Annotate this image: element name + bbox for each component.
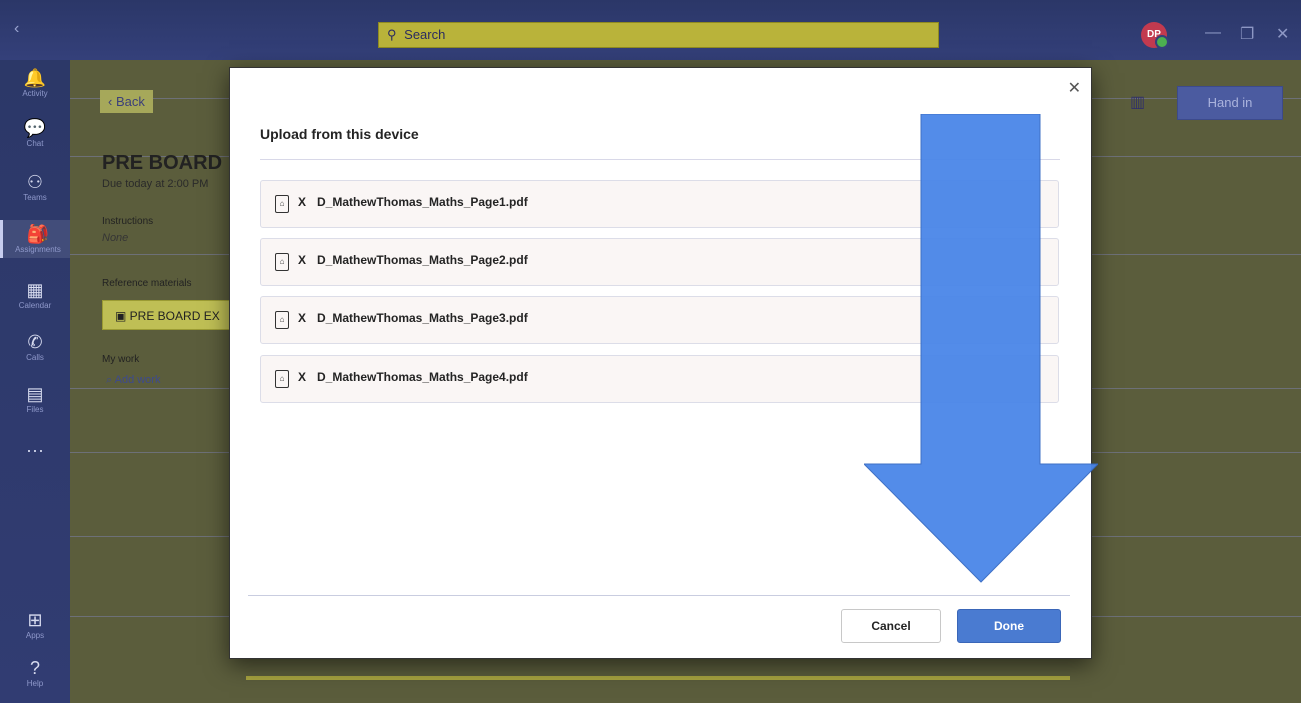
instructions-label: Instructions: [102, 216, 154, 227]
rail-item-teams[interactable]: ⚇ Teams: [0, 172, 70, 202]
maximize-icon[interactable]: ❐: [1240, 24, 1254, 44]
app-rail: 🔔 Activity 💬 Chat ⚇ Teams 🎒 Assignments …: [0, 60, 73, 703]
rail-item-files[interactable]: ▤ Files: [0, 384, 70, 414]
instructions-value: None: [102, 232, 129, 244]
close-window-icon[interactable]: ✕: [1276, 24, 1289, 44]
pdf-icon: ⌂: [275, 311, 289, 329]
help-icon: ?: [29, 658, 40, 678]
page-title: PRE BOARD: [102, 152, 223, 174]
teams-icon: ⚇: [26, 172, 44, 192]
avatar[interactable]: DP: [1141, 22, 1169, 49]
file-name: D_MathewThomas_Maths_Page2.pdf: [317, 253, 528, 267]
footer-divider: [248, 595, 1070, 596]
search-box[interactable]: ⚲ Search: [378, 22, 939, 48]
close-icon[interactable]: ✕: [1068, 78, 1081, 98]
pdf-icon: ⌂: [275, 253, 289, 271]
rail-item-activity[interactable]: 🔔 Activity: [0, 68, 70, 98]
remove-file-button[interactable]: X: [298, 253, 306, 267]
hand-in-button[interactable]: Hand in: [1177, 86, 1283, 120]
rail-item-calls[interactable]: ✆ Calls: [0, 332, 70, 362]
title-bar: ‹ ⚲ Search DP — ❐ ✕: [0, 0, 1301, 60]
remove-file-button[interactable]: X: [298, 311, 306, 325]
dialog-title: Upload from this device: [260, 126, 419, 142]
paperclip-icon: ⌕: [106, 374, 115, 386]
due-date: Due today at 2:00 PM: [102, 178, 209, 190]
phone-icon: ✆: [27, 332, 43, 352]
add-work-link[interactable]: ⌕ Add work: [106, 374, 160, 387]
rail-item-apps[interactable]: ⊞ Apps: [0, 610, 70, 640]
pdf-icon: ⌂: [275, 195, 289, 213]
calendar-icon: ▦: [26, 280, 44, 300]
chat-icon: 💬: [23, 118, 47, 138]
rail-item-help[interactable]: ? Help: [0, 658, 70, 688]
immersive-reader-icon[interactable]: ▥: [1130, 92, 1145, 112]
chevron-left-icon: ‹: [108, 94, 116, 109]
done-button[interactable]: Done: [957, 609, 1061, 643]
cancel-button[interactable]: Cancel: [841, 609, 941, 643]
bell-icon: 🔔: [23, 68, 47, 88]
rail-item-more[interactable]: ···: [0, 440, 70, 461]
reference-label: Reference materials: [102, 278, 192, 289]
apps-icon: ⊞: [27, 610, 43, 630]
scroll-indicator: [246, 676, 1070, 680]
file-name: D_MathewThomas_Maths_Page4.pdf: [317, 370, 528, 384]
presence-icon: [1155, 35, 1169, 49]
rail-item-calendar[interactable]: ▦ Calendar: [0, 280, 70, 310]
files-icon: ▤: [26, 384, 44, 404]
file-name: D_MathewThomas_Maths_Page3.pdf: [317, 311, 528, 325]
pdf-icon: ▣: [115, 309, 130, 323]
rail-item-assignments[interactable]: 🎒 Assignments: [0, 220, 73, 258]
remove-file-button[interactable]: X: [298, 195, 306, 209]
minimize-icon[interactable]: —: [1205, 24, 1221, 42]
my-work-label: My work: [102, 354, 140, 365]
down-arrow-annotation-icon: [864, 114, 1098, 583]
search-placeholder: Search: [404, 27, 446, 42]
pdf-icon: ⌂: [275, 370, 289, 388]
search-icon: ⚲: [387, 27, 397, 42]
back-arrow-icon[interactable]: ‹: [14, 20, 19, 38]
back-button[interactable]: ‹ Back: [100, 90, 153, 113]
remove-file-button[interactable]: X: [298, 370, 306, 384]
assignments-icon: 🎒: [26, 224, 50, 244]
more-icon: ···: [26, 440, 44, 460]
rail-item-chat[interactable]: 💬 Chat: [0, 118, 70, 148]
file-name: D_MathewThomas_Maths_Page1.pdf: [317, 195, 528, 209]
